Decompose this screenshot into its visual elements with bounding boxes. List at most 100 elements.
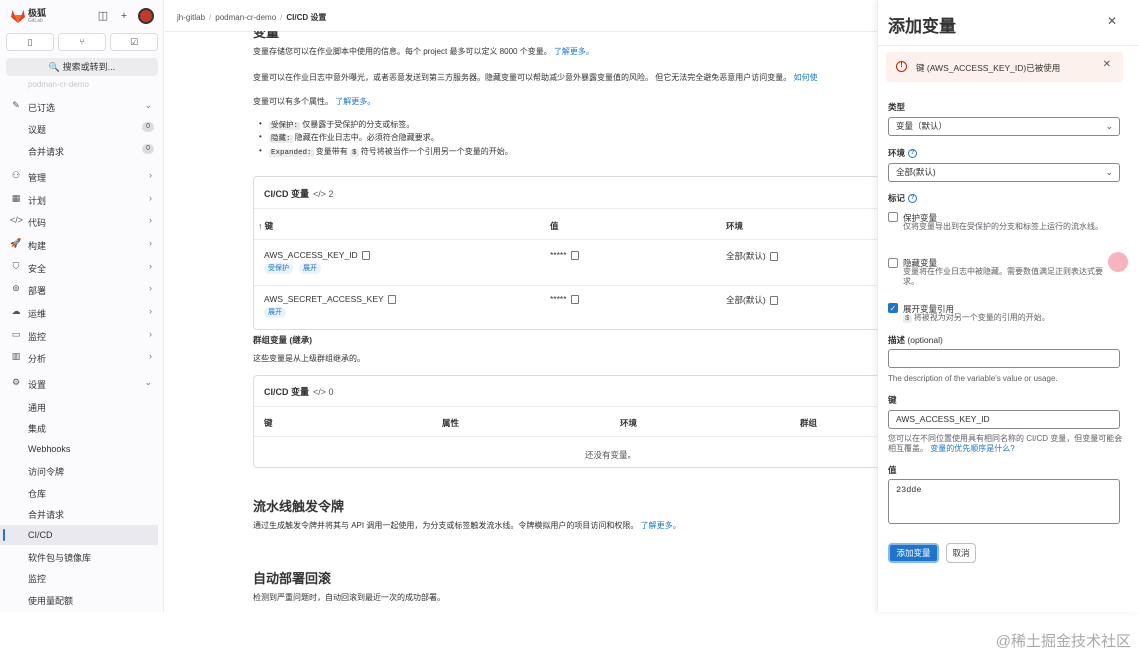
chevron-down-icon: ⌄ — [144, 100, 152, 110]
sidebar-item-merge-requests[interactable]: 合并请求 0 — [0, 140, 164, 160]
sidebar-item-analytics[interactable]: ▥ 分析 › — [0, 347, 164, 367]
sidebar: 极狐 GitLab ◫ + ▯ ⑂ ☑ 🔍 搜索或转到... podman-cr-… — [0, 0, 164, 612]
mask-help: 变量将在作业日志中被隐藏。需要数值满足正则表达式要求。 — [903, 267, 1103, 286]
cicd-variables-card: CI/CD 变量 </> 2 ↑ 键 值 环境 AWS_ACCESS_KEY_ID… — [253, 176, 877, 330]
drawer-title: 添加变量 — [888, 17, 956, 36]
sidebar-subitem-access-tokens[interactable]: 访问令牌 — [0, 460, 164, 480]
issues-icon[interactable]: ▯ — [6, 33, 54, 51]
chevron-right-icon: › — [149, 170, 152, 180]
sidebar-subitem-monitor[interactable]: 监控 — [0, 567, 164, 587]
deploy-icon: ⊚ — [12, 283, 20, 293]
how-to-link[interactable]: 如何使 — [793, 73, 817, 82]
sidebar-item-code[interactable]: </> 代码 › — [0, 211, 164, 231]
expanded-badge: 展开 — [299, 263, 321, 274]
mask-checkbox[interactable] — [888, 258, 898, 268]
avatar[interactable] — [138, 8, 154, 24]
sidebar-item-settings[interactable]: ⚙ 设置 ⌄ — [0, 373, 164, 393]
trigger-title: 流水线触发令牌 — [253, 499, 345, 514]
sidebar-item-monitor[interactable]: ▭ 监控 › — [0, 325, 164, 345]
sidebar-item-pinned[interactable]: ✎ 已订选 ⌄ — [0, 96, 164, 116]
sidebar-subitem-webhooks[interactable]: Webhooks — [0, 439, 164, 459]
expand-checkbox[interactable]: ✓ — [888, 303, 898, 313]
variable-env: 全部(默认) — [726, 294, 778, 306]
type-select[interactable]: 变量（默认） ⌄ — [888, 117, 1120, 136]
chevron-down-icon: ⌄ — [1105, 167, 1113, 177]
sidebar-item-security[interactable]: ⛉ 安全 › — [0, 257, 164, 277]
copy-icon[interactable] — [570, 295, 579, 305]
analytics-icon: ▥ — [11, 351, 21, 361]
copy-icon[interactable] — [387, 295, 396, 305]
add-variable-button[interactable]: 添加变量 — [888, 543, 939, 563]
floating-assistant-icon[interactable] — [1108, 252, 1128, 272]
cancel-button[interactable]: 取消 — [946, 543, 976, 563]
sidebar-item-build[interactable]: 🚀 构建 › — [0, 234, 164, 254]
dismiss-icon[interactable]: ✕ — [1103, 59, 1111, 70]
breadcrumb-item[interactable]: podman-cr-demo — [215, 13, 276, 22]
merge-request-icon[interactable]: ⑂ — [58, 33, 106, 51]
breadcrumb-current: CI/CD 设置 — [286, 13, 327, 22]
close-icon[interactable]: ✕ — [1107, 14, 1117, 28]
learn-more-link[interactable]: 了解更多。 — [335, 97, 375, 106]
sidebar-subitem-repository[interactable]: 仓库 — [0, 482, 164, 502]
description-input[interactable] — [888, 349, 1120, 368]
protect-checkbox[interactable] — [888, 212, 898, 222]
breadcrumb-item[interactable]: jh-gitlab — [177, 13, 205, 22]
plus-icon[interactable]: + — [117, 9, 131, 23]
faded-project-name: podman-cr-demo — [28, 80, 89, 89]
variable-precedence-link[interactable]: 变量的优先顺序是什么? — [930, 444, 1014, 453]
watermark: @稀土掘金技术社区 — [995, 633, 1131, 650]
sidebar-subitem-packages[interactable]: 软件包与镜像库 — [0, 546, 164, 566]
copy-icon[interactable] — [769, 252, 778, 262]
add-variable-drawer: 添加变量 ✕ ! 键 (AWS_ACCESS_KEY_ID)已被使用 ✕ 类型 … — [877, 0, 1139, 612]
sidebar-subitem-general[interactable]: 通用 — [0, 396, 164, 416]
value-textarea[interactable]: 23dde — [888, 479, 1120, 524]
copy-icon[interactable] — [769, 296, 778, 306]
column-header-attributes: 属性 — [442, 418, 460, 428]
sidebar-item-operate[interactable]: ☁ 运维 › — [0, 302, 164, 322]
sidebar-item-issues[interactable]: 议题 0 — [0, 118, 164, 138]
key-input[interactable]: AWS_ACCESS_KEY_ID — [888, 410, 1120, 429]
variable-value: ***** — [550, 250, 579, 261]
manage-icon: ⚇ — [11, 170, 21, 180]
sidebar-subitem-usage-quotas[interactable]: 使用量配额 — [0, 589, 164, 609]
group-variables-title: 群组变量 (继承) — [253, 335, 313, 345]
variables-desc-1: 变量存储您可以在作业脚本中使用的信息。每个 project 最多可以定义 800… — [253, 47, 594, 56]
gitlab-logo-icon[interactable] — [10, 8, 26, 24]
description-hint: The description of the variable's value … — [888, 374, 1058, 383]
alert-text: 键 (AWS_ACCESS_KEY_ID)已被使用 — [916, 63, 1061, 73]
variable-key: AWS_SECRET_ACCESS_KEY — [264, 294, 396, 305]
help-icon[interactable]: ? — [908, 194, 918, 204]
bullet-masked: 隐藏: 隐藏在作业日志中。必须符合隐藏要求。 — [259, 132, 439, 143]
column-header-env: 环境 — [620, 418, 638, 428]
sidebar-subitem-cicd[interactable]: CI/CD — [0, 525, 158, 545]
empty-state: 还没有变量。 — [585, 450, 637, 460]
plan-icon: ▦ — [11, 193, 21, 203]
help-icon[interactable]: ? — [908, 149, 918, 159]
gear-icon: ⚙ — [11, 377, 21, 387]
sidebar-subitem-integrations[interactable]: 集成 — [0, 417, 164, 437]
sidebar-item-deploy[interactable]: ⊚ 部署 › — [0, 279, 164, 299]
todo-icon[interactable]: ☑ — [110, 33, 158, 51]
learn-more-link[interactable]: 了解更多。 — [641, 521, 681, 530]
search-button[interactable]: 🔍 搜索或转到... — [6, 58, 158, 76]
card-title: CI/CD 变量 </> 0 — [264, 387, 334, 397]
pin-icon: ✎ — [12, 100, 20, 110]
sidebar-subitem-merge-requests[interactable]: 合并请求 — [0, 503, 164, 523]
copy-icon[interactable] — [570, 251, 579, 261]
chevron-right-icon: › — [149, 238, 152, 248]
count-badge: 0 — [142, 144, 154, 154]
sidebar-item-plan[interactable]: ▦ 计划 › — [0, 189, 164, 209]
trigger-desc: 通过生成触发令牌并将其与 API 调用一起使用，为分支或标签触发流水线。令牌模拟… — [253, 521, 681, 530]
env-select[interactable]: 全部(默认) ⌄ — [888, 163, 1120, 182]
copy-icon[interactable] — [361, 251, 370, 261]
variables-title: 变量 — [253, 25, 280, 40]
expanded-badge: 展开 — [264, 307, 286, 318]
column-header-key[interactable]: ↑ 键 — [258, 220, 273, 232]
env-label: 环境? — [888, 147, 918, 159]
monitor-icon: ▭ — [11, 329, 21, 339]
description-label: 描述 (optional) — [888, 335, 943, 345]
chevron-right-icon: › — [149, 193, 152, 203]
learn-more-link[interactable]: 了解更多。 — [554, 47, 594, 56]
sidebar-toggle-icon[interactable]: ◫ — [96, 9, 110, 23]
sidebar-item-manage[interactable]: ⚇ 管理 › — [0, 166, 164, 186]
